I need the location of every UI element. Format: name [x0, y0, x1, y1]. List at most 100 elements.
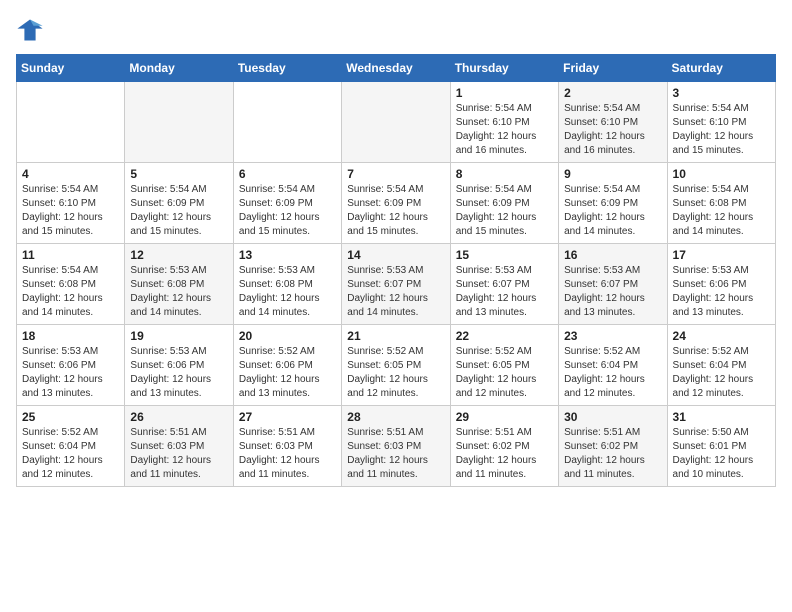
day-number: 14 — [347, 248, 444, 262]
calendar-cell: 29Sunrise: 5:51 AM Sunset: 6:02 PM Dayli… — [450, 406, 558, 487]
day-number: 11 — [22, 248, 119, 262]
day-info: Sunrise: 5:51 AM Sunset: 6:02 PM Dayligh… — [564, 426, 661, 482]
calendar-cell — [125, 82, 233, 163]
calendar-cell: 31 Sunrise: 5:50 AM Sunset: 6:01 PM Dayli… — [667, 406, 775, 487]
day-info: Sunrise: 5:53 AM Sunset: 6:07 PM Dayligh… — [347, 264, 444, 320]
day-number: 8 — [456, 167, 553, 181]
calendar-cell: 11 Sunrise: 5:54 AM Sunset: 6:08 PM Dayli… — [17, 244, 125, 325]
day-number: 29 — [456, 410, 553, 424]
day-number: 27 — [239, 410, 336, 424]
header-row: SundayMondayTuesdayWednesdayThursdayFrid… — [17, 55, 776, 82]
calendar-cell: 26 Sunrise: 5:51 AM Sunset: 6:03 PM Dayli… — [125, 406, 233, 487]
day-info: Sunrise: 5:51 AM Sunset: 6:03 PM Dayligh… — [239, 426, 336, 482]
calendar-cell: 5 Sunrise: 5:54 AM Sunset: 6:09 PM Daylig… — [125, 163, 233, 244]
logo-bird-icon — [16, 16, 44, 44]
week-row-1: 1 Sunrise: 5:54 AM Sunset: 6:10 PM Daylig… — [17, 82, 776, 163]
calendar-table: SundayMondayTuesdayWednesdayThursdayFrid… — [16, 54, 776, 487]
calendar-cell: 22 Sunrise: 5:52 AM Sunset: 6:05 PM Dayli… — [450, 325, 558, 406]
day-info: Sunrise: 5:53 AM Sunset: 6:06 PM Dayligh… — [22, 345, 119, 401]
day-info: Sunrise: 5:53 AM Sunset: 6:06 PM Dayligh… — [673, 264, 770, 320]
calendar-cell: 3 Sunrise: 5:54 AM Sunset: 6:10 PM Daylig… — [667, 82, 775, 163]
day-info: Sunrise: 5:52 AM Sunset: 6:05 PM Dayligh… — [456, 345, 553, 401]
calendar-cell: 8 Sunrise: 5:54 AM Sunset: 6:09 PM Daylig… — [450, 163, 558, 244]
day-info: Sunrise: 5:51 AM Sunset: 6:03 PM Dayligh… — [347, 426, 444, 482]
calendar-cell: 21 Sunrise: 5:52 AM Sunset: 6:05 PM Dayli… — [342, 325, 450, 406]
week-row-5: 25Sunrise: 5:52 AM Sunset: 6:04 PM Dayli… — [17, 406, 776, 487]
calendar-cell: 28 Sunrise: 5:51 AM Sunset: 6:03 PM Dayli… — [342, 406, 450, 487]
day-info: Sunrise: 5:52 AM Sunset: 6:04 PM Dayligh… — [673, 345, 770, 401]
calendar-cell: 17Sunrise: 5:53 AM Sunset: 6:06 PM Dayli… — [667, 244, 775, 325]
calendar-cell: 6 Sunrise: 5:54 AM Sunset: 6:09 PM Daylig… — [233, 163, 341, 244]
day-number: 22 — [456, 329, 553, 343]
day-info: Sunrise: 5:54 AM Sunset: 6:10 PM Dayligh… — [564, 102, 661, 158]
calendar-cell: 12 Sunrise: 5:53 AM Sunset: 6:08 PM Dayli… — [125, 244, 233, 325]
day-info: Sunrise: 5:54 AM Sunset: 6:08 PM Dayligh… — [673, 183, 770, 239]
day-info: Sunrise: 5:52 AM Sunset: 6:04 PM Dayligh… — [22, 426, 119, 482]
col-header-sunday: Sunday — [17, 55, 125, 82]
day-info: Sunrise: 5:50 AM Sunset: 6:01 PM Dayligh… — [673, 426, 770, 482]
day-info: Sunrise: 5:54 AM Sunset: 6:09 PM Dayligh… — [239, 183, 336, 239]
day-info: Sunrise: 5:53 AM Sunset: 6:08 PM Dayligh… — [239, 264, 336, 320]
calendar-cell: 7 Sunrise: 5:54 AM Sunset: 6:09 PM Daylig… — [342, 163, 450, 244]
day-info: Sunrise: 5:54 AM Sunset: 6:10 PM Dayligh… — [673, 102, 770, 158]
day-info: Sunrise: 5:54 AM Sunset: 6:09 PM Dayligh… — [456, 183, 553, 239]
col-header-friday: Friday — [559, 55, 667, 82]
day-number: 23 — [564, 329, 661, 343]
calendar-cell — [233, 82, 341, 163]
day-number: 9 — [564, 167, 661, 181]
day-info: Sunrise: 5:54 AM Sunset: 6:10 PM Dayligh… — [456, 102, 553, 158]
day-info: Sunrise: 5:52 AM Sunset: 6:05 PM Dayligh… — [347, 345, 444, 401]
day-info: Sunrise: 5:53 AM Sunset: 6:06 PM Dayligh… — [130, 345, 227, 401]
day-number: 19 — [130, 329, 227, 343]
day-number: 1 — [456, 86, 553, 100]
day-number: 2 — [564, 86, 661, 100]
calendar-cell: 9 Sunrise: 5:54 AM Sunset: 6:09 PM Daylig… — [559, 163, 667, 244]
calendar-cell: 20Sunrise: 5:52 AM Sunset: 6:06 PM Dayli… — [233, 325, 341, 406]
calendar-cell: 24 Sunrise: 5:52 AM Sunset: 6:04 PM Dayli… — [667, 325, 775, 406]
day-number: 20 — [239, 329, 336, 343]
day-number: 18 — [22, 329, 119, 343]
day-info: Sunrise: 5:54 AM Sunset: 6:08 PM Dayligh… — [22, 264, 119, 320]
day-info: Sunrise: 5:53 AM Sunset: 6:08 PM Dayligh… — [130, 264, 227, 320]
calendar-cell: 1 Sunrise: 5:54 AM Sunset: 6:10 PM Daylig… — [450, 82, 558, 163]
day-number: 30 — [564, 410, 661, 424]
day-info: Sunrise: 5:53 AM Sunset: 6:07 PM Dayligh… — [564, 264, 661, 320]
calendar-cell: 13Sunrise: 5:53 AM Sunset: 6:08 PM Dayli… — [233, 244, 341, 325]
day-number: 7 — [347, 167, 444, 181]
logo — [16, 16, 48, 44]
col-header-tuesday: Tuesday — [233, 55, 341, 82]
calendar-cell: 30 Sunrise: 5:51 AM Sunset: 6:02 PM Dayli… — [559, 406, 667, 487]
day-number: 21 — [347, 329, 444, 343]
week-row-3: 11 Sunrise: 5:54 AM Sunset: 6:08 PM Dayli… — [17, 244, 776, 325]
day-info: Sunrise: 5:52 AM Sunset: 6:04 PM Dayligh… — [564, 345, 661, 401]
day-number: 4 — [22, 167, 119, 181]
calendar-cell: 14 Sunrise: 5:53 AM Sunset: 6:07 PM Dayli… — [342, 244, 450, 325]
calendar-cell: 15 Sunrise: 5:53 AM Sunset: 6:07 PM Dayli… — [450, 244, 558, 325]
calendar-cell — [17, 82, 125, 163]
calendar-cell: 2 Sunrise: 5:54 AM Sunset: 6:10 PM Daylig… — [559, 82, 667, 163]
day-number: 31 — [673, 410, 770, 424]
col-header-thursday: Thursday — [450, 55, 558, 82]
day-number: 6 — [239, 167, 336, 181]
day-info: Sunrise: 5:54 AM Sunset: 6:09 PM Dayligh… — [130, 183, 227, 239]
col-header-monday: Monday — [125, 55, 233, 82]
col-header-saturday: Saturday — [667, 55, 775, 82]
week-row-4: 18 Sunrise: 5:53 AM Sunset: 6:06 PM Dayli… — [17, 325, 776, 406]
day-info: Sunrise: 5:54 AM Sunset: 6:09 PM Dayligh… — [564, 183, 661, 239]
day-number: 3 — [673, 86, 770, 100]
day-info: Sunrise: 5:54 AM Sunset: 6:09 PM Dayligh… — [347, 183, 444, 239]
day-number: 12 — [130, 248, 227, 262]
calendar-cell: 10Sunrise: 5:54 AM Sunset: 6:08 PM Dayli… — [667, 163, 775, 244]
day-number: 15 — [456, 248, 553, 262]
day-number: 28 — [347, 410, 444, 424]
day-info: Sunrise: 5:51 AM Sunset: 6:03 PM Dayligh… — [130, 426, 227, 482]
calendar-cell: 27 Sunrise: 5:51 AM Sunset: 6:03 PM Dayli… — [233, 406, 341, 487]
calendar-cell: 18 Sunrise: 5:53 AM Sunset: 6:06 PM Dayli… — [17, 325, 125, 406]
day-number: 24 — [673, 329, 770, 343]
day-number: 26 — [130, 410, 227, 424]
calendar-cell: 4Sunrise: 5:54 AM Sunset: 6:10 PM Daylig… — [17, 163, 125, 244]
calendar-cell — [342, 82, 450, 163]
day-info: Sunrise: 5:53 AM Sunset: 6:07 PM Dayligh… — [456, 264, 553, 320]
day-number: 5 — [130, 167, 227, 181]
page-header — [16, 16, 776, 44]
